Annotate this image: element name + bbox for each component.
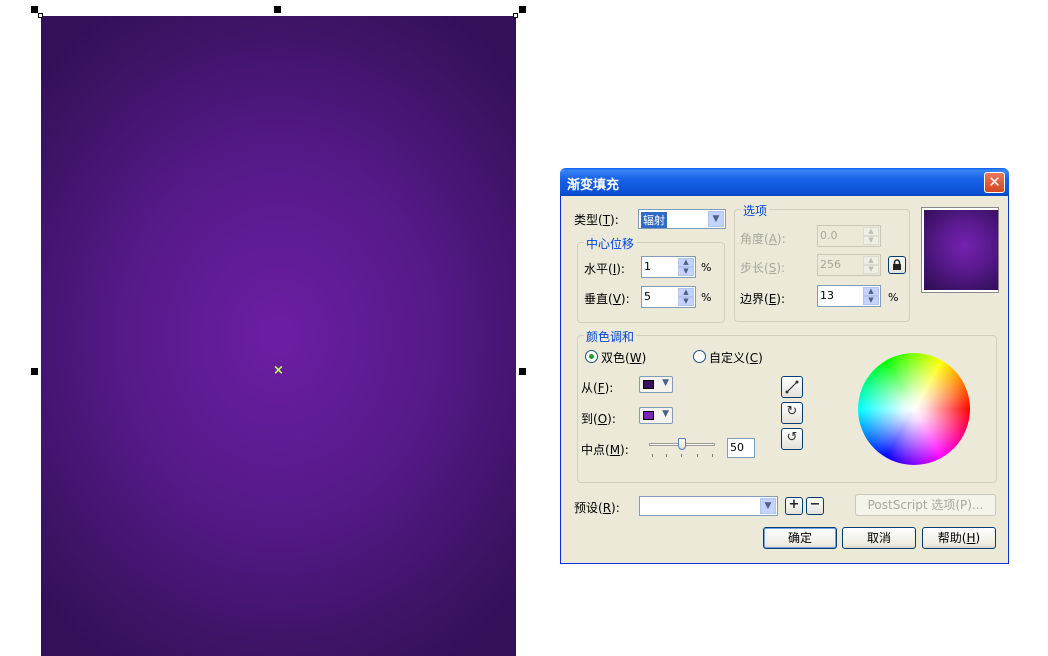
dialog-title: 渐变填充 [567,178,620,193]
from-label: 从(F): [581,381,614,395]
fountain-fill-dialog: 渐变填充 ✕ 类型(T): 辐射 ▼ 中心位移 水平(I): 1 ▲ ▼ % 垂直… [560,168,1009,564]
spin-up-icon[interactable]: ▲ [863,227,879,236]
center-offset-group: 中心位移 [577,235,725,323]
chevron-down-icon[interactable]: ▼ [708,211,724,227]
angle-label: 角度(A): [740,232,786,246]
spin-up-icon[interactable]: ▲ [678,258,694,267]
horizontal-spinner[interactable]: 1 ▲ ▼ [641,256,696,278]
edge-value: 13 [820,289,834,302]
selection-handle-right[interactable] [519,368,526,375]
vertical-spinner[interactable]: 5 ▲ ▼ [641,286,696,308]
presets-label: 预设(R): [574,501,620,515]
selection-handle-top-left[interactable] [31,6,38,13]
add-preset-icon[interactable]: + [785,497,803,515]
center-x-icon[interactable]: × [272,364,285,377]
chevron-down-icon[interactable]: ▼ [760,498,776,514]
to-color-swatch [643,411,654,420]
edge-unit: % [888,291,899,304]
slider-tick [681,454,682,457]
radio-selected-dot [589,354,594,359]
color-blend-title: 颜色调和 [584,328,637,345]
help-button[interactable]: 帮助(H) [922,527,996,549]
spin-down-icon[interactable]: ▼ [863,265,879,274]
spin-up-icon[interactable]: ▲ [863,287,879,296]
gradient-preview[interactable] [921,207,999,293]
counterclockwise-blend-icon[interactable]: ↺ [781,428,803,450]
to-color-picker[interactable]: ▼ [639,407,673,424]
selection-handle-top-right[interactable] [519,6,526,13]
spin-up-icon[interactable]: ▲ [678,288,694,297]
corner-node-right[interactable] [513,13,518,18]
edge-pad-spinner[interactable]: 13 ▲ ▼ [817,285,881,307]
help-button-label: 帮助(H) [937,531,981,545]
center-offset-title: 中心位移 [584,235,637,252]
lock-icon[interactable] [888,256,906,274]
custom-radio[interactable] [693,350,706,363]
slider-tick [666,454,667,457]
midpoint-slider-thumb[interactable] [678,438,686,450]
steps-spinner[interactable]: 256 ▲ ▼ [817,254,881,276]
horizontal-value: 1 [644,260,651,273]
vertical-label: 垂直(V): [584,292,630,306]
midpoint-label: 中点(M): [581,443,629,457]
slider-tick [697,454,698,457]
from-color-swatch [643,380,654,389]
cancel-button[interactable]: 取消 [842,527,916,549]
to-label: 到(O): [581,412,616,426]
midpoint-input[interactable]: 50 [727,438,755,458]
two-color-label[interactable]: 双色(W) [601,349,646,366]
angle-spinner[interactable]: 0.0 ▲ ▼ [817,225,881,247]
ok-button[interactable]: 确定 [763,527,837,549]
gradient-canvas[interactable] [41,16,516,656]
spin-down-icon[interactable]: ▼ [863,236,879,245]
two-color-radio[interactable] [585,350,598,363]
options-title: 选项 [741,202,770,219]
steps-label: 步长(S): [740,261,786,275]
custom-label[interactable]: 自定义(C) [709,349,763,366]
type-label: 类型(T): [574,213,619,227]
chevron-down-icon: ▼ [662,409,669,419]
chevron-down-icon: ▼ [662,378,669,388]
postscript-options-button[interactable]: PostScript 选项(P)... [855,494,996,516]
clockwise-blend-icon[interactable]: ↻ [781,402,803,424]
gradient-preview-swatch [924,210,998,290]
presets-select[interactable]: ▼ [639,496,778,516]
color-wheel[interactable] [858,353,970,465]
slider-tick [712,454,713,457]
remove-preset-icon[interactable]: − [806,497,824,515]
selection-handle-left[interactable] [31,368,38,375]
angle-value: 0.0 [820,229,838,242]
vertical-unit: % [701,291,712,304]
edge-label: 边界(E): [740,292,786,306]
spin-down-icon[interactable]: ▼ [678,297,694,306]
spin-down-icon[interactable]: ▼ [678,267,694,276]
horizontal-label: 水平(I): [584,262,625,276]
corner-node-left[interactable] [38,13,43,18]
selection-handle-top[interactable] [274,6,281,13]
spin-up-icon[interactable]: ▲ [863,256,879,265]
vertical-value: 5 [644,290,651,303]
direct-blend-icon[interactable] [781,376,803,398]
steps-value: 256 [820,258,841,271]
title-bar[interactable]: 渐变填充 ✕ [560,168,1009,196]
type-select[interactable]: 辐射 ▼ [638,209,726,229]
horizontal-unit: % [701,261,712,274]
type-select-value: 辐射 [641,212,667,228]
from-color-picker[interactable]: ▼ [639,376,673,393]
close-icon[interactable]: ✕ [984,172,1005,193]
spin-down-icon[interactable]: ▼ [863,296,879,305]
slider-tick [652,454,653,457]
